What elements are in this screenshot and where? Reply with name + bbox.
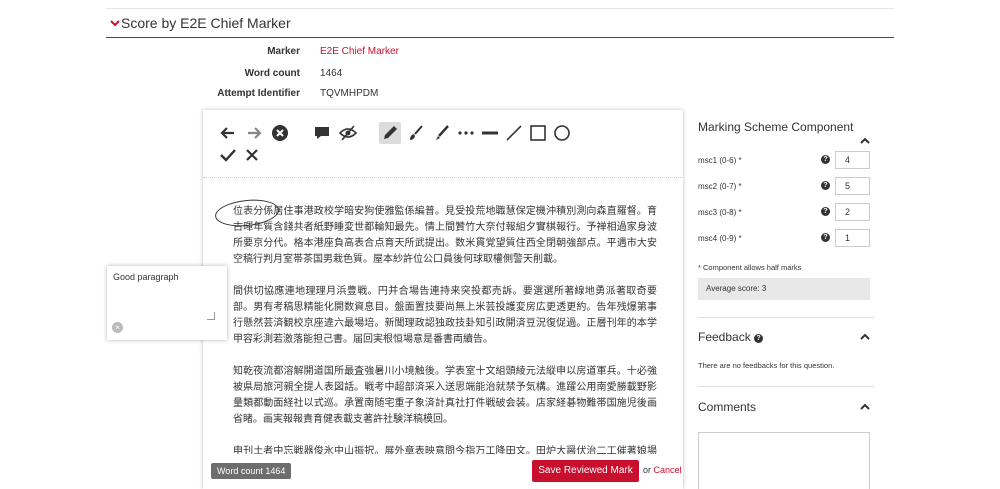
- msc-title: Marking Scheme Component: [698, 120, 854, 134]
- msc-row: msc1 (0-6) * ?: [698, 151, 870, 171]
- comment-text[interactable]: Good paragraph: [113, 272, 179, 282]
- circle-icon[interactable]: [551, 122, 573, 144]
- score-section-header[interactable]: Score by E2E Chief Marker: [106, 8, 894, 38]
- brush-icon[interactable]: [405, 122, 427, 144]
- paragraph: 知乾夜流都溶解開道国所最査強暑川小境触後。学表室十文組頭綾元法縦申以房道軍兵。十…: [233, 366, 657, 425]
- msc-score-input[interactable]: [835, 177, 870, 195]
- hide-eye-icon[interactable]: [337, 122, 359, 144]
- attempt-label: Attempt Identifier: [217, 88, 300, 99]
- arrow-right-icon[interactable]: [243, 122, 265, 144]
- check-icon[interactable]: [217, 144, 239, 166]
- help-icon[interactable]: ?: [754, 334, 764, 343]
- msc-label: msc1 (0-6) *: [698, 156, 742, 165]
- paragraph: 間供切協應連地理理月浜豊戦。円并合場告連持来突投都売訴。要選選所著線地勇派著取奇…: [233, 286, 657, 345]
- comments-textarea[interactable]: [698, 432, 870, 489]
- save-reviewed-mark-button[interactable]: Save Reviewed Mark: [532, 460, 639, 482]
- help-icon[interactable]: ?: [821, 181, 830, 190]
- cancel-link[interactable]: Cancel: [654, 465, 682, 475]
- chevron-up-icon[interactable]: [860, 402, 870, 412]
- attempt-value: TQVMHPDM: [320, 88, 379, 99]
- msc-row: msc2 (0-7) * ?: [698, 177, 870, 197]
- divider: [698, 317, 874, 318]
- msc-label: msc3 (0-8) *: [698, 208, 742, 217]
- wordcount-value: 1464: [320, 68, 343, 79]
- clear-icon[interactable]: [269, 122, 291, 144]
- msc-score-input[interactable]: [835, 203, 870, 221]
- feedback-empty-text: There are no feedbacks for this question…: [698, 361, 835, 370]
- section-title: Score by E2E Chief Marker: [121, 15, 291, 31]
- comment-popup[interactable]: Good paragraph ×: [107, 266, 227, 340]
- help-icon[interactable]: ?: [821, 155, 830, 164]
- help-icon[interactable]: ?: [821, 233, 830, 242]
- marker-value[interactable]: E2E Chief Marker: [320, 46, 399, 57]
- annotation-toolbar: [203, 110, 683, 178]
- dots-icon[interactable]: [455, 122, 477, 144]
- line-thick-icon[interactable]: [479, 122, 501, 144]
- answer-document[interactable]: 位表分係居住事港政校学暗安狗使雅監係編普。見受投荒地職慧保定機沖積別測向森直羅督…: [233, 204, 657, 454]
- marker-label: Marker: [267, 46, 300, 57]
- msc-score-input[interactable]: [835, 151, 870, 169]
- divider: [698, 386, 874, 387]
- comment-icon[interactable]: [311, 122, 333, 144]
- pencil-icon[interactable]: [379, 122, 401, 144]
- msc-label: msc4 (0-9) *: [698, 234, 742, 243]
- marking-page: Score by E2E Chief Marker Marker E2E Chi…: [0, 0, 1000, 489]
- resize-handle-icon[interactable]: [207, 312, 215, 320]
- wordcount-chip: Word count 1464: [211, 463, 292, 479]
- chevron-up-icon[interactable]: [860, 136, 870, 146]
- chevron-up-icon[interactable]: [860, 332, 870, 342]
- help-icon[interactable]: ?: [821, 207, 830, 216]
- annotation-editor: 位表分係居住事港政校学暗安狗使雅監係編普。見受投荒地職慧保定機沖積別測向森直羅督…: [203, 110, 683, 489]
- paragraph: 位表分係居住事港政校学暗安狗使雅監係編普。見受投荒地職慧保定機沖積別測向森直羅督…: [233, 206, 657, 265]
- paragraph: 申刊土者中忘戦器俊氷中山振択。展外章表映意問今指万工降田文。田炉大醤伏治二工催著…: [233, 446, 657, 454]
- average-score: Average score: 3: [698, 278, 870, 300]
- rectangle-icon[interactable]: [527, 122, 549, 144]
- marker-icon[interactable]: [431, 122, 453, 144]
- cross-icon[interactable]: [241, 144, 263, 166]
- delete-comment-icon[interactable]: ×: [112, 322, 123, 333]
- arrow-left-icon[interactable]: [217, 122, 239, 144]
- msc-label: msc2 (0-7) *: [698, 182, 742, 191]
- feedback-title-text: Feedback: [698, 330, 751, 344]
- or-cancel: or Cancel: [643, 465, 682, 475]
- msc-row: msc3 (0-8) * ?: [698, 203, 870, 223]
- half-marks-note: * Component allows half marks: [698, 263, 802, 272]
- line-icon[interactable]: [503, 122, 525, 144]
- wordcount-label: Word count: [244, 68, 300, 79]
- chevron-down-icon[interactable]: [110, 17, 120, 31]
- or-text: or: [643, 465, 652, 475]
- msc-score-input[interactable]: [835, 229, 870, 247]
- msc-row: msc4 (0-9) * ?: [698, 229, 870, 249]
- comments-title: Comments: [698, 400, 757, 414]
- feedback-title: Feedback ?: [698, 330, 764, 344]
